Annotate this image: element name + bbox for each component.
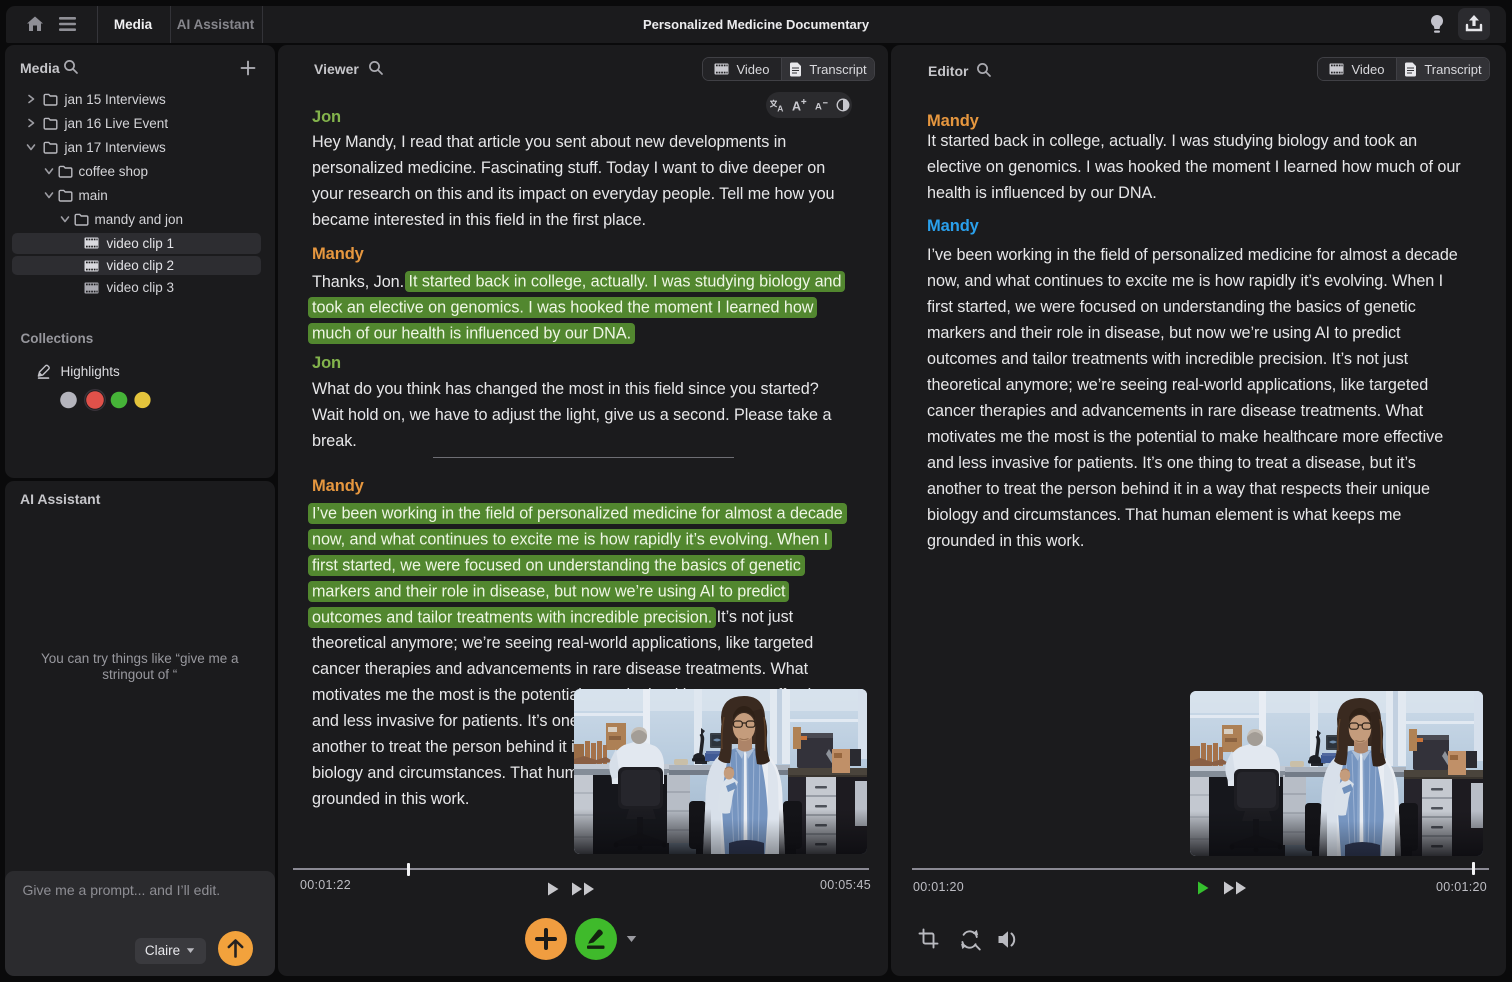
- svg-text:A: A: [815, 102, 822, 112]
- svg-text:A: A: [792, 100, 801, 113]
- svg-text:A: A: [777, 103, 783, 111]
